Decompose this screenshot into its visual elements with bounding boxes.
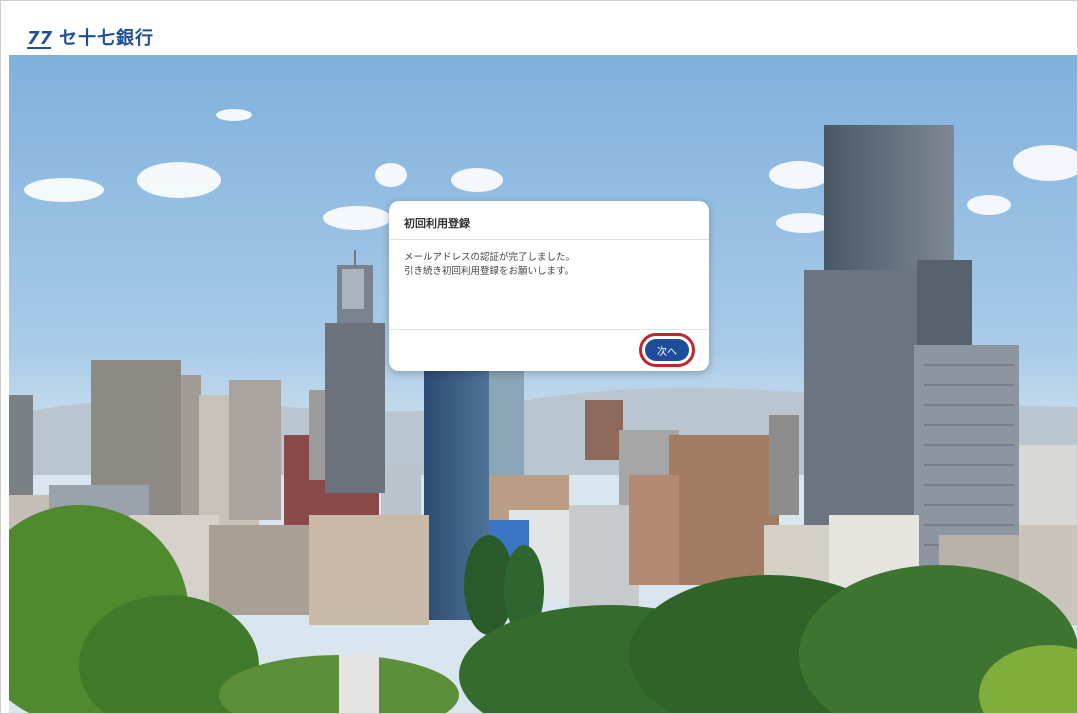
dialog-message: メールアドレスの認証が完了しました。 引き続き初回利用登録をお願いします。 bbox=[404, 251, 694, 279]
dialog-title: 初回利用登録 bbox=[404, 217, 470, 230]
bank-name: セ十七銀行 bbox=[59, 28, 154, 49]
next-button[interactable]: 次へ bbox=[645, 339, 689, 361]
city-skyline-illustration bbox=[9, 55, 1077, 713]
bank-logo-mark-icon: 77 bbox=[27, 28, 53, 49]
next-button-highlight: 次へ bbox=[639, 333, 695, 367]
dialog-message-line-1: メールアドレスの認証が完了しました。 bbox=[404, 252, 576, 263]
bank-logo[interactable]: 77 セ十七銀行 bbox=[27, 27, 154, 51]
dialog-message-line-2: 引き続き初回利用登録をお願いします。 bbox=[404, 266, 575, 277]
first-registration-dialog: 初回利用登録 メールアドレスの認証が完了しました。 引き続き初回利用登録をお願い… bbox=[389, 201, 709, 371]
site-header: 77 セ十七銀行 bbox=[1, 1, 1077, 55]
page-frame: 77 セ十七銀行 初回利用登録 メールアドレスの認証が完了しました。 引き続き初… bbox=[0, 0, 1078, 714]
dialog-footer-divider bbox=[389, 329, 709, 330]
hero-background-image bbox=[9, 55, 1077, 713]
dialog-divider bbox=[389, 239, 709, 240]
logo-mark-text: 77 bbox=[27, 28, 53, 49]
